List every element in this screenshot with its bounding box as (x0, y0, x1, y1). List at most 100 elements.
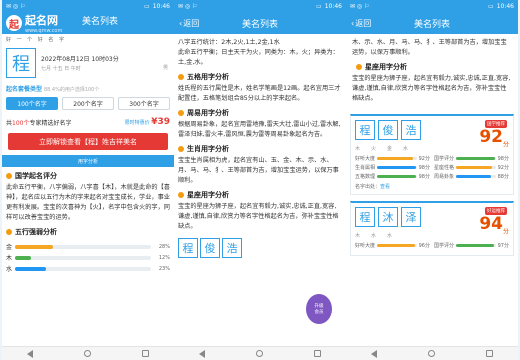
name-preview-card[interactable]: 程 俊 浩 (178, 238, 342, 261)
logo-text: 起名网 (25, 14, 58, 27)
metric-value: 98分 (497, 156, 509, 162)
section-icon (178, 74, 184, 80)
metric-track (456, 175, 496, 178)
count-option-200[interactable]: 200个名字 (62, 97, 114, 110)
metric-item: 星座性格 92分 (434, 164, 509, 171)
unlock-button[interactable]: 立即解锁查看【程】姓吉祥美名 (8, 133, 168, 150)
score-number: 92 (479, 127, 503, 147)
metric-fill (456, 175, 491, 178)
element-icon: 木 (355, 146, 361, 152)
metric-item: 五格数理 98分 (355, 173, 430, 180)
metric-fill (377, 175, 416, 178)
metric-name: 周易卦象 (434, 174, 455, 180)
section-title-text: 国学起名评分 (15, 172, 57, 180)
gender-label: 男 (162, 65, 168, 71)
slogan: 好 一 个 好 名 字 (6, 37, 66, 43)
name-card[interactable]: 程沐泽好运推荐 94分木水水好听大度 96分 国学评分 97分 (350, 201, 514, 256)
count-options: 100个名字 200个名字 300个名字 (2, 94, 174, 113)
count-option-100[interactable]: 100个名字 (6, 97, 58, 110)
page-title: 美名列表 (413, 19, 450, 30)
back-label: 返回 (355, 18, 372, 28)
element-bar-row: 金 28% (6, 242, 170, 252)
nav-back-icon[interactable] (27, 349, 34, 358)
metric-name: 国学评分 (434, 156, 455, 162)
section-title-zodiac: 生肖用字分析 (178, 140, 342, 156)
section-icon (6, 173, 12, 179)
metric-value: 96分 (418, 243, 430, 249)
count-option-300[interactable]: 300个名字 (118, 97, 170, 110)
nav-home-icon[interactable] (255, 350, 263, 357)
section-icon (356, 64, 362, 70)
battery-icon: ▭ (488, 2, 494, 10)
price-label: 限时特惠价 (124, 120, 150, 126)
five-element-stats: 八字五行统计：2木,2火,1土,2金,1水 (178, 39, 280, 46)
page-title: 美名列表 (241, 19, 278, 30)
metric-row: 好听大度 92分 国学评分 98分 (355, 155, 509, 162)
section-title-text: 五行强弱分析 (15, 228, 57, 236)
back-button[interactable]: ‹ 返回 (174, 18, 199, 29)
nav-recents-icon[interactable] (485, 350, 493, 357)
metric-name: 五格数理 (355, 174, 376, 180)
summary-text: 共100个专家精选好名字 (6, 118, 71, 127)
metric-item: 周易卦象 88分 (434, 173, 509, 180)
back-label: 返回 (183, 18, 200, 28)
analysis-tab[interactable]: 用字分析 (2, 155, 174, 167)
nav-recents-icon[interactable] (313, 350, 321, 357)
status-bar: ✉ ◎ ⚐ ▭ 10:46 (174, 0, 346, 12)
zodiac-tail-text: 木、示、水、月、马、马、犭、王等部首为吉，增加宝宝运势，以保万事顺利。 (352, 39, 507, 56)
element-icon: 水 (403, 146, 409, 152)
element-bar-track (15, 255, 151, 260)
score-unit: 分 (502, 228, 509, 236)
section-title-text: 星座用字分析 (365, 63, 407, 71)
metric-value: 97分 (497, 243, 509, 249)
nav-home-icon[interactable] (427, 350, 435, 357)
app-bar: ‹ 返回 美名列表 (174, 12, 346, 34)
nav-recents-icon[interactable] (141, 350, 149, 357)
nav-back-icon[interactable] (371, 349, 378, 358)
section-title-zhouyi: 周易用字分析 (178, 104, 342, 120)
metric-name: 好听大度 (355, 156, 376, 162)
price-value: ¥39 (151, 117, 170, 127)
birth-date: 2022年08月12日 10时03分 (41, 56, 119, 63)
price-block: 限时特惠价 ¥39 (125, 117, 170, 127)
metric-value: 98分 (418, 165, 430, 171)
metric-item: 好听大度 92分 (355, 155, 430, 162)
origin-link[interactable]: 查看 (380, 184, 390, 190)
logo-icon: 起 (6, 15, 22, 31)
system-nav (174, 346, 346, 360)
name-char: 程 (178, 238, 198, 258)
metric-fill (456, 244, 495, 247)
score-value: 94分 (479, 214, 509, 235)
back-button[interactable]: ‹ 返回 (346, 18, 371, 29)
section-title-wuge: 五格用字分析 (178, 68, 342, 84)
summary-row: 共100个专家精选好名字 限时特惠价 ¥39 (2, 113, 174, 131)
name-char: 程 (355, 207, 375, 227)
package-label: 起名套餐类型 (6, 86, 43, 93)
name-card[interactable]: 程俊浩国学推荐 92分木火金水好听大度 92分 国学评分 98分 生肖属相 98分 星座性格 9… (350, 114, 514, 195)
metric-track (377, 166, 417, 169)
metric-track (456, 244, 496, 247)
app-bar: ‹ 返回 美名列表 (346, 12, 518, 34)
metric-fill (377, 157, 414, 160)
score-unit: 分 (502, 141, 509, 149)
section-title-text: 周易用字分析 (187, 109, 229, 117)
metric-track (377, 175, 417, 178)
metric-name: 国学评分 (434, 243, 455, 249)
package-section-label: 起名套餐类型 88.4%的用户选择100个 (2, 81, 174, 94)
metric-track (456, 157, 496, 160)
name-char: 程 (355, 120, 375, 140)
metric-value: 98分 (418, 174, 430, 180)
vip-upgrade-badge[interactable]: 升级 会员 (306, 294, 332, 324)
section-icon (178, 146, 184, 152)
section-title-text: 五格用字分析 (187, 73, 229, 81)
element-bar-track (15, 266, 151, 271)
score-number: 94 (479, 214, 503, 234)
element-icon: 木 (355, 233, 361, 239)
name-char: 俊 (378, 120, 398, 140)
nav-back-icon[interactable] (199, 349, 206, 358)
element-icon: 金 (387, 146, 393, 152)
nav-home-icon[interactable] (83, 350, 91, 357)
score-analysis-text: 此命五行平衡，八字偏弱，八字喜【木】，木就是此命的【喜神】，起名应以五行为木的字… (6, 184, 170, 221)
zodiac-text: 宝宝生肖属相为虎，起名宜有山、玉、金、木、示、水、月、马、马、犭、王等部首为吉，… (178, 157, 339, 184)
list-header-text: 木、示、水、月、马、马、犭、王等部首为吉，增加宝宝运势，以保万事顺利。 星座用字… (346, 34, 518, 108)
